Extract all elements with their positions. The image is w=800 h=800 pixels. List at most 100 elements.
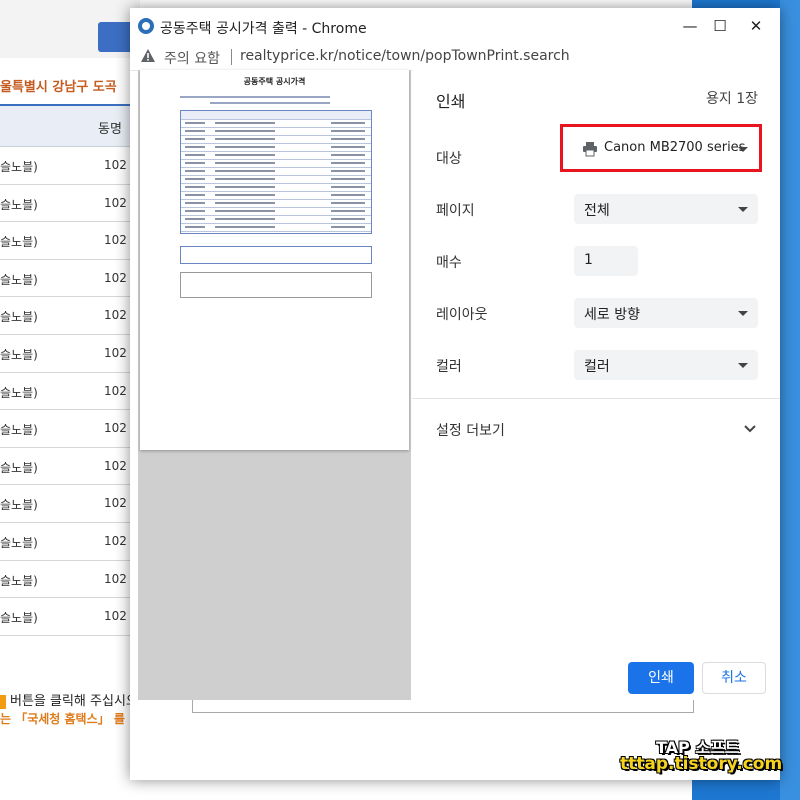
table-row: 슬노블) 102 bbox=[0, 297, 136, 335]
table-row: 슬노블) 102 bbox=[0, 523, 136, 561]
apt-name-cell: 슬노블) bbox=[0, 535, 38, 550]
dong-cell: 102 bbox=[104, 195, 127, 210]
maximize-button[interactable]: ☐ bbox=[706, 14, 734, 38]
preview-cell bbox=[185, 154, 205, 156]
preview-address-line bbox=[210, 102, 330, 104]
print-preview-pane: 공동주택 공시가격 bbox=[138, 70, 411, 700]
url-text[interactable]: realtyprice.kr/notice/town/popTownPrint.… bbox=[240, 48, 570, 64]
preview-cell bbox=[185, 218, 205, 220]
chevron-down-icon bbox=[738, 207, 748, 212]
preview-cell bbox=[185, 170, 205, 172]
dong-cell: 102 bbox=[104, 345, 127, 360]
orange-button-icon bbox=[0, 694, 6, 709]
preview-cell bbox=[185, 130, 205, 132]
apt-name-cell: 슬노블) bbox=[0, 611, 38, 626]
chevron-down-icon bbox=[738, 363, 748, 368]
apt-name-cell: 슬노블) bbox=[0, 310, 38, 325]
color-value: 컬러 bbox=[584, 359, 610, 375]
chevron-down-icon bbox=[738, 311, 748, 316]
security-warning-label[interactable]: 주의 요함 bbox=[164, 48, 220, 68]
background-hometax-note: 는 「국세청 홈택스」 를 bbox=[0, 712, 125, 726]
preview-address-line bbox=[180, 96, 330, 98]
preview-cell bbox=[215, 210, 275, 212]
table-row: 슬노블) 102 bbox=[0, 222, 136, 260]
preview-cell bbox=[331, 218, 365, 220]
close-button[interactable]: ✕ bbox=[742, 14, 770, 38]
preview-cell bbox=[185, 138, 205, 140]
apt-name-cell: 슬노블) bbox=[0, 197, 38, 212]
print-button[interactable]: 인쇄 bbox=[628, 662, 694, 694]
preview-cell bbox=[331, 146, 365, 148]
copies-label: 매수 bbox=[436, 255, 462, 271]
warning-triangle-icon[interactable] bbox=[140, 48, 156, 64]
apt-name-cell: 슬노블) bbox=[0, 573, 38, 588]
destination-highlight-box bbox=[560, 124, 762, 172]
table-row: 슬노블) 102 bbox=[0, 561, 136, 599]
more-settings-toggle[interactable]: 설정 더보기 bbox=[436, 420, 505, 440]
background-instruction-note: 버튼을 클릭해 주십시오 bbox=[0, 690, 138, 709]
color-select[interactable]: 컬러 bbox=[574, 350, 758, 380]
table-row: 슬노블) 102 bbox=[0, 147, 136, 185]
table-row: 슬노블) 102 bbox=[0, 448, 136, 486]
preview-cell bbox=[215, 202, 275, 204]
preview-cell bbox=[331, 226, 365, 228]
dong-cell: 102 bbox=[104, 496, 127, 511]
window-titlebar[interactable]: 공동주택 공시가격 출력 - Chrome — ☐ ✕ bbox=[130, 8, 780, 44]
preview-cell bbox=[331, 130, 365, 132]
minimize-button[interactable]: — bbox=[676, 14, 704, 38]
pages-label: 페이지 bbox=[436, 203, 475, 219]
apt-name-cell: 슬노블) bbox=[0, 460, 38, 475]
print-settings-panel: 인쇄 용지 1장 대상 Canon MB2700 series 페이지 전체 매… bbox=[412, 70, 780, 700]
preview-cell bbox=[215, 218, 275, 220]
background-price-table: 동명 슬노블) 102 슬노블) 102 슬노블) 102 슬노블) 102 슬노블) 1… bbox=[0, 104, 136, 636]
preview-cell bbox=[331, 170, 365, 172]
preview-cell bbox=[331, 178, 365, 180]
preview-cell bbox=[185, 178, 205, 180]
dong-cell: 102 bbox=[104, 158, 127, 172]
preview-cell bbox=[215, 130, 275, 132]
desktop-background-edge bbox=[780, 0, 800, 800]
chevron-down-icon[interactable] bbox=[742, 420, 758, 436]
table-row: 슬노블) 102 bbox=[0, 598, 136, 636]
preview-cell bbox=[185, 186, 205, 188]
preview-page-thumbnail: 공동주택 공시가격 bbox=[140, 70, 409, 450]
cancel-button[interactable]: 취소 bbox=[702, 662, 766, 694]
preview-document-title: 공동주택 공시가격 bbox=[243, 77, 306, 86]
dong-cell: 102 bbox=[104, 421, 127, 436]
background-page-box bbox=[192, 700, 694, 713]
preview-cell bbox=[215, 162, 275, 164]
preview-cell bbox=[215, 122, 275, 124]
preview-cell bbox=[331, 194, 365, 196]
copies-input[interactable]: 1 bbox=[574, 246, 638, 276]
preview-cell bbox=[185, 226, 205, 228]
settings-divider bbox=[412, 398, 780, 399]
preview-cell bbox=[215, 146, 275, 148]
apt-name-cell: 슬노블) bbox=[0, 385, 38, 400]
preview-cell bbox=[331, 154, 365, 156]
table-row: 슬노블) 102 bbox=[0, 260, 136, 298]
pages-select[interactable]: 전체 bbox=[574, 194, 758, 224]
dong-cell: 102 bbox=[104, 270, 127, 285]
preview-cell bbox=[215, 154, 275, 156]
preview-cell bbox=[185, 210, 205, 212]
address-bar[interactable]: 주의 요함 realtyprice.kr/notice/town/popTown… bbox=[130, 44, 780, 71]
apt-name-cell: 슬노블) bbox=[0, 498, 38, 513]
preview-cell bbox=[185, 194, 205, 196]
preview-cell bbox=[331, 186, 365, 188]
table-row: 슬노블) 102 bbox=[0, 335, 136, 373]
preview-cell bbox=[185, 122, 205, 124]
apt-name-cell: 슬노블) bbox=[0, 347, 38, 362]
preview-table-row bbox=[181, 223, 371, 232]
chrome-popup-window: 공동주택 공시가격 출력 - Chrome — ☐ ✕ 주의 요함 realty… bbox=[130, 8, 780, 780]
preview-cell bbox=[215, 138, 275, 140]
realtyprice-app-icon bbox=[138, 18, 154, 34]
table-row: 슬노블) 102 bbox=[0, 373, 136, 411]
table-row: 슬노블) 102 bbox=[0, 185, 136, 223]
preview-cell bbox=[331, 122, 365, 124]
layout-select[interactable]: 세로 방향 bbox=[574, 298, 758, 328]
apt-name-cell: 슬노블) bbox=[0, 235, 38, 250]
preview-cell bbox=[215, 178, 275, 180]
background-address-title: 울특별시 강남구 도곡 bbox=[0, 80, 117, 95]
color-label: 컬러 bbox=[436, 359, 462, 375]
instruction-text: 버튼을 클릭해 주십시오 bbox=[10, 694, 138, 709]
